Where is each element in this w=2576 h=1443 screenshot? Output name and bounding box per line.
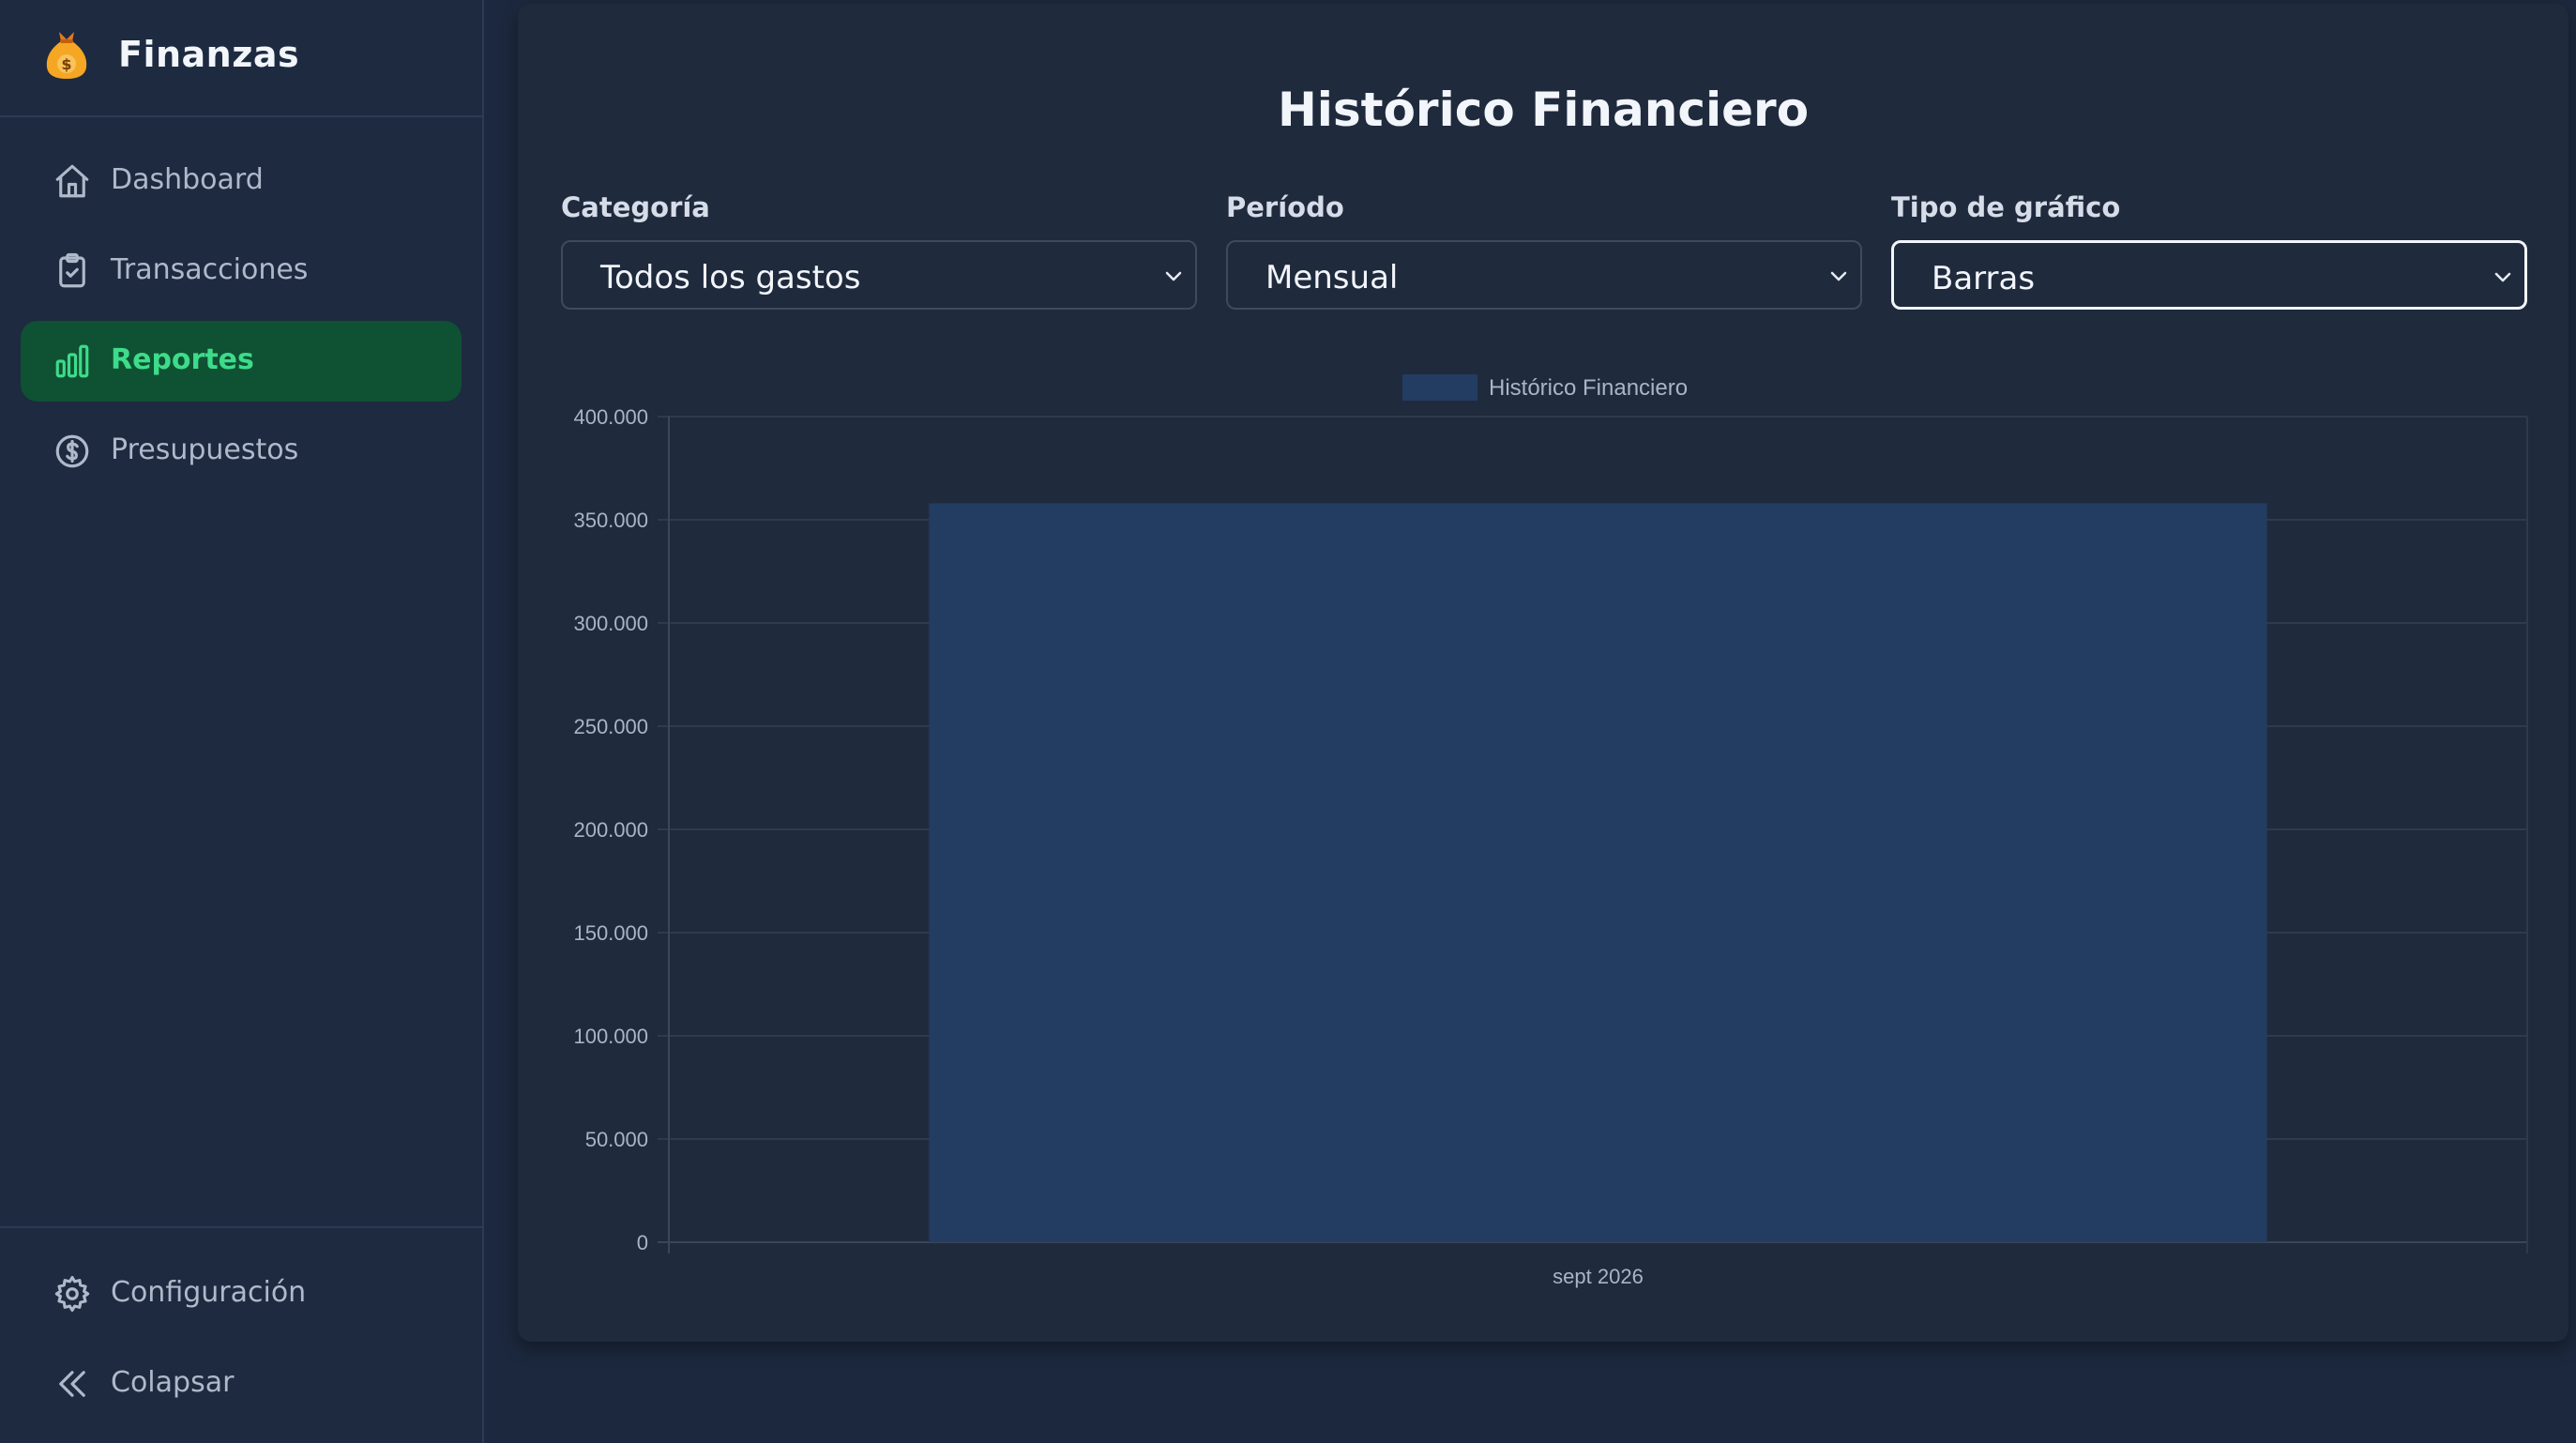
svg-text:$: $ <box>61 55 71 73</box>
sidebar-item-label: Dashboard <box>111 163 264 196</box>
y-tick-label: 300.000 <box>573 612 648 635</box>
money-bag-icon: $ <box>43 28 90 81</box>
brand-name: Finanzas <box>118 34 300 75</box>
collapse-button[interactable]: Colapsar <box>21 1344 462 1424</box>
sidebar-item-label: Reportes <box>111 343 254 376</box>
sidebar-item-label: Configuración <box>111 1276 307 1309</box>
y-tick-label: 0 <box>637 1231 648 1254</box>
sidebar-item-label: Presupuestos <box>111 433 299 466</box>
chart-svg: 0 50.000 100.000 150.000 200.000 250.000 300.0… <box>573 405 2528 1288</box>
home-icon <box>53 161 92 201</box>
bar-chart-icon <box>53 342 92 381</box>
y-tick-label: 350.000 <box>573 509 648 532</box>
sidebar-item-configuracion[interactable]: Configuración <box>21 1253 462 1334</box>
sidebar: $ Finanzas Dashboard Transacciones Repor… <box>0 0 484 1443</box>
sidebar-item-dashboard[interactable]: Dashboard <box>21 141 462 221</box>
clipboard-check-icon <box>53 251 92 291</box>
x-tick-label: sept 2026 <box>1553 1265 1644 1288</box>
sidebar-item-reportes[interactable]: Reportes <box>21 321 462 402</box>
y-tick-label: 50.000 <box>585 1128 648 1151</box>
gear-icon <box>53 1274 92 1314</box>
app: $ Finanzas Dashboard Transacciones Repor… <box>0 0 2576 1443</box>
report-card: Histórico Financiero Categoría Todos los… <box>518 4 2568 1342</box>
y-tick-label: 200.000 <box>573 818 648 842</box>
chart: Histórico Financiero 0 50.000 100.000 150.0… <box>518 4 2568 1342</box>
dollar-circle-icon <box>53 432 92 471</box>
sidebar-item-label: Transacciones <box>111 253 309 286</box>
sidebar-item-label: Colapsar <box>111 1366 235 1399</box>
y-tick-label: 400.000 <box>573 405 648 429</box>
sidebar-footer: Configuración Colapsar <box>0 1226 484 1443</box>
brand: $ Finanzas <box>0 0 484 117</box>
bar <box>929 503 2267 1242</box>
sidebar-item-presupuestos[interactable]: Presupuestos <box>21 411 462 492</box>
y-tick-label: 100.000 <box>573 1025 648 1048</box>
y-tick-label: 150.000 <box>573 921 648 945</box>
y-tick-label: 250.000 <box>573 715 648 738</box>
double-chevron-left-icon <box>53 1364 92 1404</box>
sidebar-item-transacciones[interactable]: Transacciones <box>21 231 462 311</box>
